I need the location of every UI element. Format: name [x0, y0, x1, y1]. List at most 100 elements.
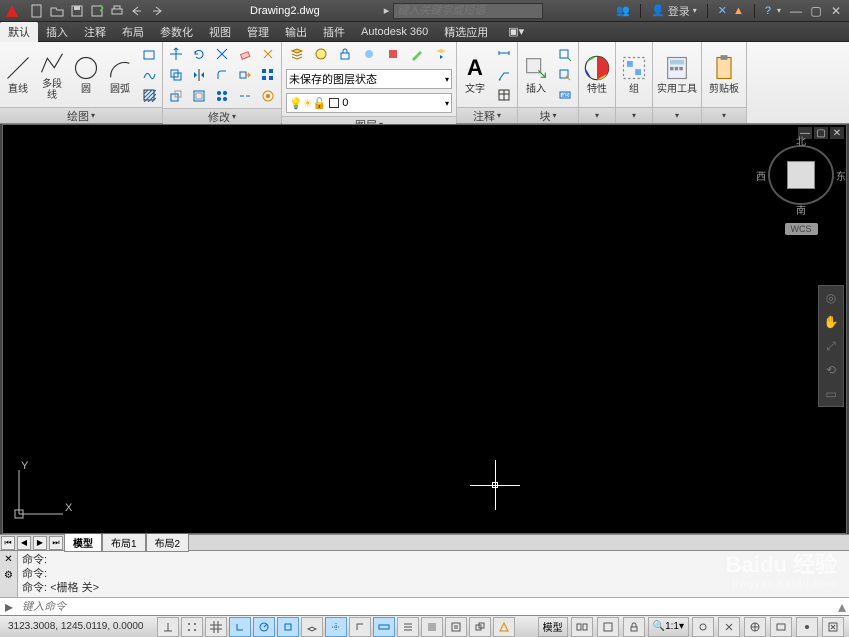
tab-autodesk360[interactable]: Autodesk 360 [353, 24, 436, 40]
rotate-icon[interactable] [188, 44, 210, 64]
viewcube[interactable]: 北 南 东 西 WCS [766, 145, 836, 235]
group-button[interactable]: 组 [618, 52, 650, 97]
viewcube-west[interactable]: 西 [756, 168, 766, 183]
help-icon[interactable]: ? [765, 5, 771, 17]
open-icon[interactable] [48, 2, 66, 20]
cmd-config-icon[interactable]: ⚙ [0, 567, 17, 583]
viewcube-north[interactable]: 北 [796, 133, 806, 148]
search-input[interactable] [393, 3, 543, 19]
circle-button[interactable]: 圆 [70, 52, 102, 97]
orbit-icon[interactable]: ⟲ [819, 358, 843, 382]
tab-expand-icon[interactable]: ▣▾ [500, 23, 532, 40]
spline-icon[interactable] [138, 65, 160, 85]
chevron-down-icon[interactable]: ▾ [595, 111, 599, 120]
chevron-down-icon[interactable]: ▾ [552, 111, 556, 120]
chevron-down-icon[interactable]: ▾ [497, 111, 501, 120]
join-icon[interactable] [257, 86, 279, 106]
array-icon[interactable] [257, 65, 279, 85]
save-icon[interactable] [68, 2, 86, 20]
move-icon[interactable] [165, 44, 187, 64]
coordinates-display[interactable]: 3123.3008, 1245.0119, 0.0000 [0, 621, 152, 632]
minimize-button[interactable]: — [787, 4, 805, 18]
pan-icon[interactable]: ✋ [819, 310, 843, 334]
hatch-icon[interactable] [138, 85, 160, 105]
tab-manage[interactable]: 管理 [239, 22, 277, 42]
new-icon[interactable] [28, 2, 46, 20]
showmotion-icon[interactable]: ▭ [819, 382, 843, 406]
close-button[interactable]: ✕ [827, 4, 845, 18]
cmd-recent-icon[interactable]: ▴ [835, 597, 849, 617]
tab-featured[interactable]: 精选应用 [436, 22, 496, 42]
viewcube-face[interactable] [787, 161, 815, 189]
title-search-arrow[interactable]: ▸ [380, 4, 394, 17]
exchange-icon[interactable]: ✕ [718, 4, 727, 17]
maximize-button[interactable]: ▢ [807, 4, 825, 18]
layer-prev-icon[interactable] [430, 44, 452, 64]
viewport-maximize-button[interactable]: ▢ [814, 127, 828, 139]
viewport-close-button[interactable]: ✕ [830, 127, 844, 139]
tab-annotate[interactable]: 注释 [76, 22, 114, 42]
chevron-down-icon[interactable]: ▾ [722, 111, 726, 120]
redo-icon[interactable] [148, 2, 166, 20]
block-create-icon[interactable] [554, 45, 576, 65]
block-edit-icon[interactable] [554, 65, 576, 85]
tab-default[interactable]: 默认 [0, 22, 38, 42]
erase-icon[interactable] [234, 44, 256, 64]
chevron-down-icon[interactable]: ▾ [91, 111, 95, 120]
nav-wheel-icon[interactable]: ◎ [819, 286, 843, 310]
search-go-icon[interactable]: 👥 [616, 4, 630, 17]
break-icon[interactable] [234, 86, 256, 106]
zoom-extents-icon[interactable]: ⤢ [819, 334, 843, 358]
text-button[interactable]: A文字 [459, 52, 491, 97]
line-button[interactable]: 直线 [2, 52, 34, 97]
command-input[interactable] [18, 601, 835, 613]
tab-next-icon[interactable]: ▶ [33, 536, 47, 550]
layer-iso-icon[interactable] [382, 44, 404, 64]
wcs-badge[interactable]: WCS [785, 223, 818, 235]
layer-state-combo[interactable]: 未保存的图层状态 ▾ [286, 69, 452, 89]
layer-lock-icon[interactable] [334, 44, 356, 64]
print-icon[interactable] [108, 2, 126, 20]
mirror-icon[interactable] [188, 65, 210, 85]
autodesk-icon[interactable]: ▲ [733, 5, 744, 17]
stretch-icon[interactable] [234, 65, 256, 85]
layer-off-icon[interactable] [358, 44, 380, 64]
block-attr-icon[interactable]: ab [554, 85, 576, 105]
tab-view[interactable]: 视图 [201, 22, 239, 42]
tab-layout1[interactable]: 布局1 [102, 533, 146, 552]
copy-icon[interactable] [165, 65, 187, 85]
properties-button[interactable]: 特性 [581, 52, 613, 97]
app-logo[interactable] [0, 0, 24, 22]
viewcube-south[interactable]: 南 [796, 202, 806, 217]
offset-icon[interactable] [188, 86, 210, 106]
trim-icon[interactable] [211, 44, 233, 64]
saveas-icon[interactable] [88, 2, 106, 20]
dim-linear-icon[interactable] [493, 45, 515, 65]
tab-last-icon[interactable]: ⏭ [49, 536, 63, 550]
tab-parametric[interactable]: 参数化 [152, 22, 201, 42]
drawing-area[interactable]: — ▢ ✕ 北 南 东 西 WCS ◎ ✋ ⤢ ⟲ ▭ Y X [2, 124, 847, 534]
arc-button[interactable]: 圆弧 [104, 52, 136, 97]
scale-icon[interactable] [165, 86, 187, 106]
login-button[interactable]: 👤 登录 ▾ [651, 3, 697, 19]
tab-layout[interactable]: 布局 [114, 22, 152, 42]
chevron-down-icon[interactable]: ▾ [632, 111, 636, 120]
utilities-button[interactable]: 实用工具 [655, 52, 699, 97]
tab-plugin[interactable]: 插件 [315, 22, 353, 42]
undo-icon[interactable] [128, 2, 146, 20]
rect-icon[interactable] [138, 45, 160, 65]
chevron-down-icon[interactable]: ▾ [675, 111, 679, 120]
layer-props-icon[interactable] [286, 44, 308, 64]
viewcube-east[interactable]: 东 [836, 168, 846, 183]
polyline-button[interactable]: 多段线 [36, 47, 68, 103]
insert-block-button[interactable]: 插入 [520, 52, 552, 97]
tab-output[interactable]: 输出 [277, 22, 315, 42]
explode-icon[interactable] [257, 44, 279, 64]
layer-match-icon[interactable] [406, 44, 428, 64]
layer-combo[interactable]: 💡 ☀ 🔓 0 ▾ [286, 93, 452, 113]
tab-insert[interactable]: 插入 [38, 22, 76, 42]
layer-freeze-icon[interactable] [310, 44, 332, 64]
leader-icon[interactable] [493, 65, 515, 85]
tab-prev-icon[interactable]: ◀ [17, 536, 31, 550]
table-icon[interactable] [493, 85, 515, 105]
